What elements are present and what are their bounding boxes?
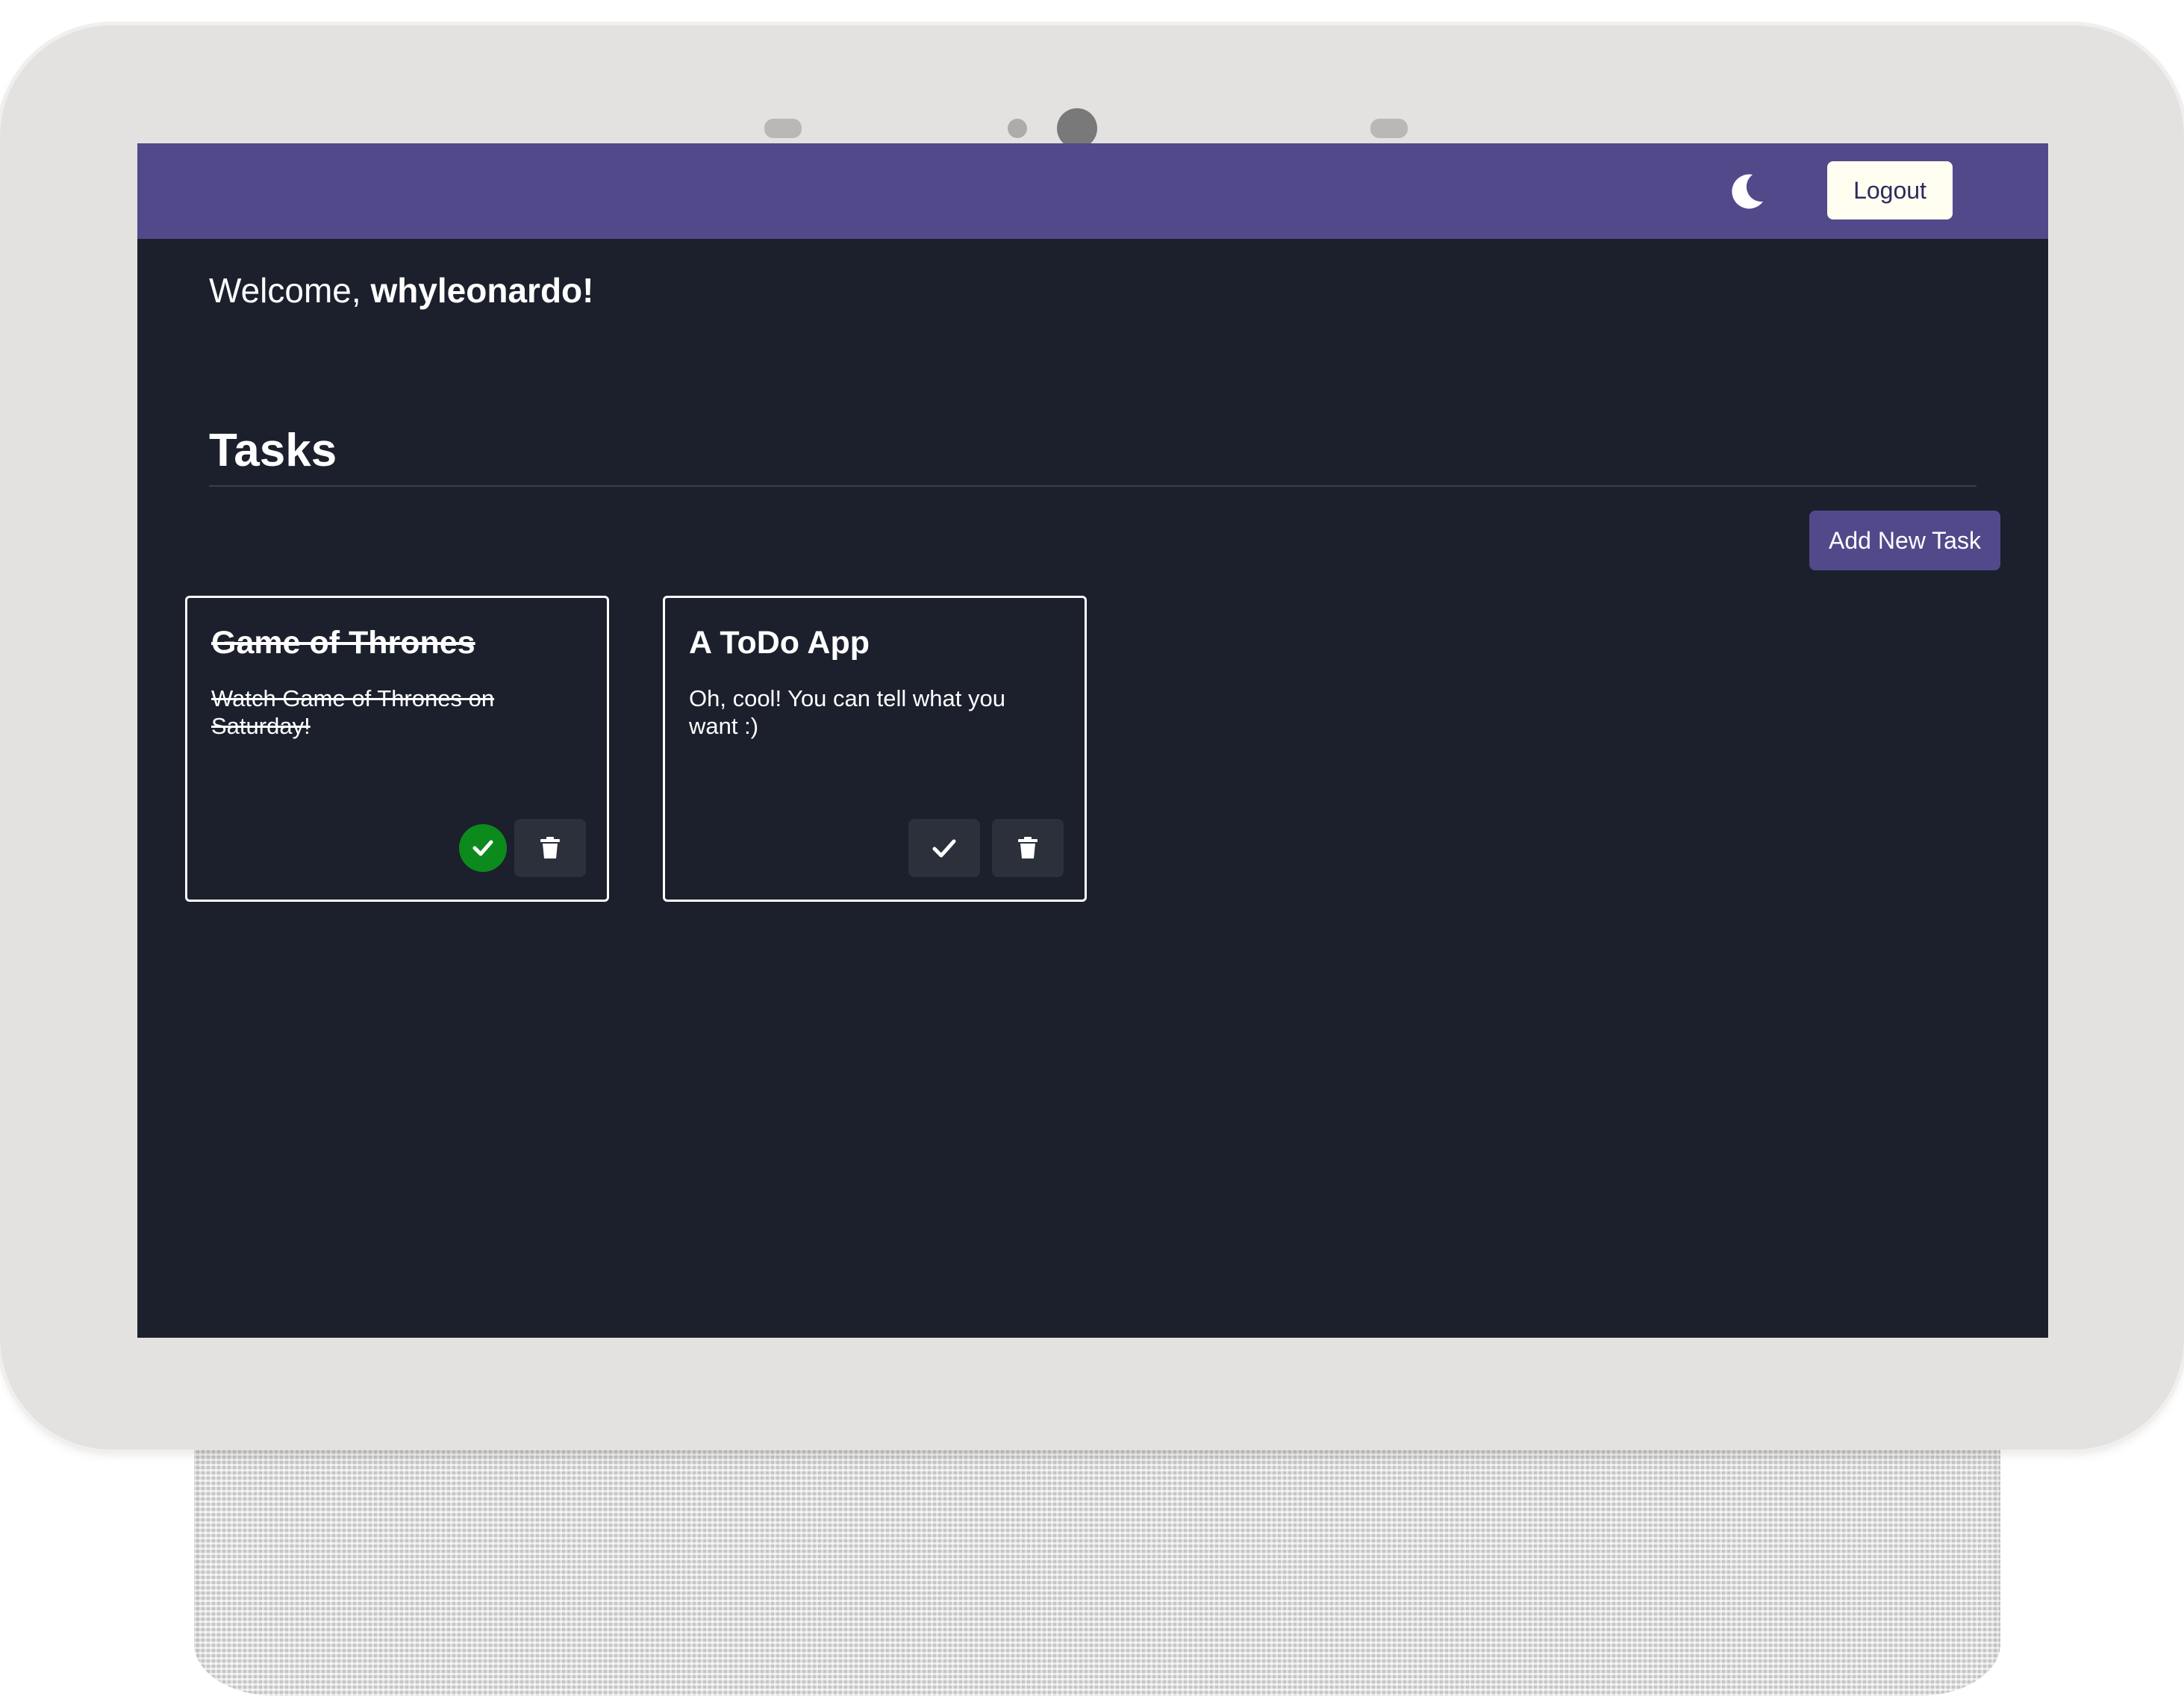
complete-task-button[interactable] [908,819,980,877]
sensor-right-icon [1370,119,1408,138]
task-title: Game of Thrones [211,625,475,661]
welcome-greeting: Welcome, [209,271,371,310]
speaker-fabric-base [194,1450,2000,1696]
task-title: A ToDo App [689,625,870,661]
add-new-task-button[interactable]: Add New Task [1809,511,2000,570]
ambient-sensor-icon [1008,119,1027,138]
task-description: Watch Game of Thrones on Saturday! [211,685,495,739]
sensor-left-icon [764,119,802,138]
trash-icon [1017,836,1039,860]
navbar: Logout [137,143,2048,239]
section-divider [209,485,1976,487]
app-screen: Logout Welcome, whyleonardo! Tasks Add N… [137,143,2048,1338]
task-card: A ToDo App Oh, cool! You can tell what y… [663,596,1087,902]
delete-task-button[interactable] [992,819,1064,877]
trash-icon [539,836,561,860]
welcome-message: Welcome, whyleonardo! [209,270,593,311]
delete-task-button[interactable] [514,819,586,877]
camera-icon [1057,108,1097,149]
theme-toggle-moon-icon[interactable] [1726,170,1768,212]
check-icon [931,836,958,860]
task-card: Game of Thrones Watch Game of Thrones on… [185,596,609,902]
task-completed-check-icon[interactable] [459,824,507,872]
welcome-username: whyleonardo! [370,271,594,310]
tasks-heading: Tasks [209,425,337,476]
logout-button[interactable]: Logout [1827,161,1953,219]
task-description: Oh, cool! You can tell what you want :) [689,685,1005,739]
